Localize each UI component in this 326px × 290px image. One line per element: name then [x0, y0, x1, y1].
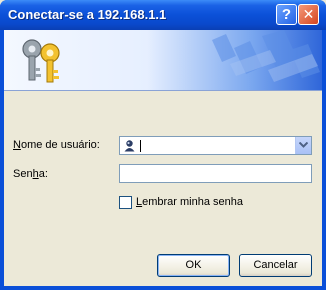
chevron-down-icon	[299, 142, 308, 148]
username-label-text: ome de usuário:	[20, 139, 100, 151]
username-combobox[interactable]	[119, 136, 312, 155]
username-label: Nome de usuário:	[13, 139, 100, 151]
help-button[interactable]: ?	[276, 4, 297, 25]
banner-decoration-icon	[212, 30, 320, 82]
remember-label-text: embrar minha senha	[142, 196, 244, 208]
ok-button[interactable]: OK	[157, 254, 230, 277]
user-icon	[124, 140, 135, 152]
username-dropdown-button[interactable]	[295, 137, 311, 154]
remember-password-label[interactable]: Lembrar minha senha	[136, 196, 243, 208]
login-dialog: Conectar-se a 192.168.1.1 ? ✕ Nome de us…	[0, 0, 326, 290]
keys-icon	[22, 39, 60, 83]
password-label-rest: a:	[38, 168, 48, 180]
close-button[interactable]: ✕	[298, 4, 319, 25]
window-title: Conectar-se a 192.168.1.1	[8, 7, 167, 22]
text-cursor	[140, 140, 141, 152]
title-bar[interactable]: Conectar-se a 192.168.1.1 ? ✕	[0, 0, 326, 30]
banner	[4, 30, 322, 91]
password-field[interactable]	[119, 164, 312, 183]
password-label: Senha:	[13, 168, 48, 180]
dialog-body: Nome de usuário: Senha: Lembrar minha se…	[4, 30, 322, 286]
username-label-accelerator: N	[13, 139, 21, 151]
remember-password-checkbox[interactable]	[119, 196, 132, 209]
password-label-text: Sen	[13, 168, 33, 180]
cancel-button[interactable]: Cancelar	[239, 254, 312, 277]
